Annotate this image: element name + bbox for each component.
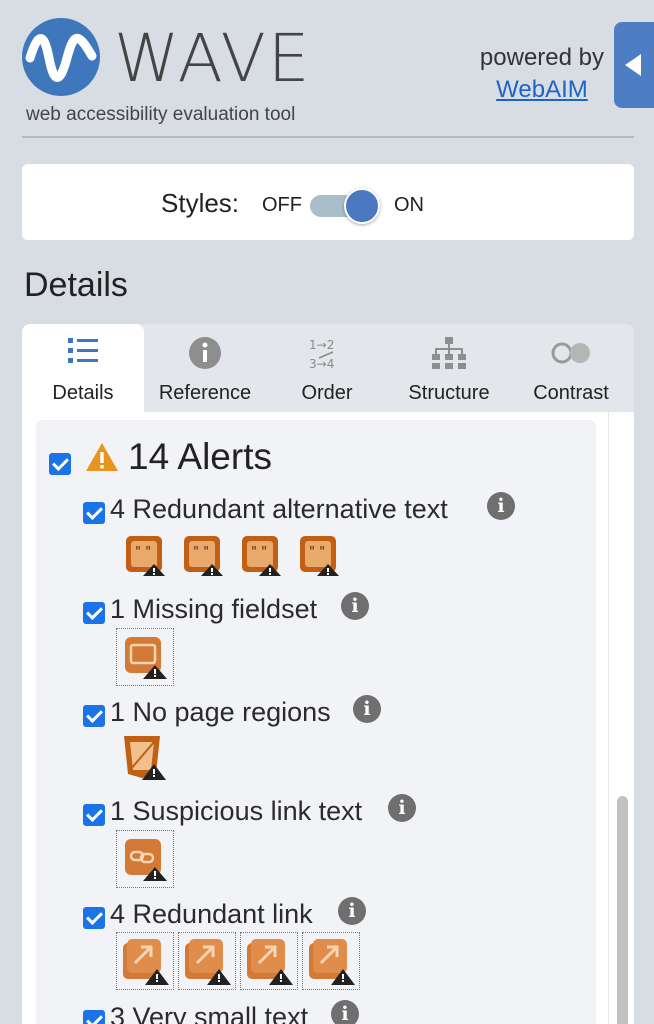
- suspicious-link-icon[interactable]: [116, 830, 174, 888]
- alert-item-label: 3 Very small text: [110, 1002, 309, 1024]
- svg-text:" ": " ": [309, 545, 325, 560]
- svg-text:" ": " ": [193, 545, 209, 560]
- svg-text:3→4: 3→4: [309, 357, 334, 371]
- tab-details[interactable]: Details: [22, 324, 144, 412]
- redundant-alt-icon[interactable]: " ": [124, 534, 168, 578]
- alert-item-label: 4 Redundant alternative text: [110, 494, 448, 524]
- styles-label: Styles:: [161, 188, 240, 218]
- header: WAVE web accessibility evaluation tool p…: [0, 0, 654, 140]
- tab-label: Order: [301, 382, 353, 404]
- collapse-sidebar-button[interactable]: [614, 22, 654, 108]
- svg-text:" ": " ": [135, 545, 151, 560]
- tab-label: Details: [52, 382, 114, 404]
- info-icon[interactable]: i: [338, 897, 366, 925]
- wave-logo-icon: [22, 18, 100, 96]
- svg-text:1→2: 1→2: [309, 338, 334, 352]
- tab-label: Contrast: [533, 382, 609, 404]
- order-icon: 1→2 3→4: [266, 336, 388, 372]
- powered-by-text: powered by: [479, 44, 604, 71]
- redundant-link-icon[interactable]: [302, 932, 360, 990]
- item-checkbox[interactable]: [83, 705, 105, 727]
- tab-label: Reference: [158, 382, 252, 404]
- item-checkbox[interactable]: [83, 804, 105, 826]
- redundant-alt-icon[interactable]: " ": [240, 534, 284, 578]
- redundant-link-icon[interactable]: [116, 932, 174, 990]
- redundant-link-icon[interactable]: [240, 932, 298, 990]
- tab-label: Structure: [408, 382, 490, 404]
- scrollbar-thumb[interactable]: [617, 796, 628, 1024]
- alert-item-label: 1 Missing fieldset: [110, 594, 318, 624]
- contrast-icon: [510, 336, 632, 372]
- logo-wordmark: WAVE: [114, 20, 312, 97]
- redundant-alt-icon[interactable]: " ": [298, 534, 342, 578]
- tab-order[interactable]: 1→2 3→4 Order: [266, 324, 388, 412]
- item-checkbox[interactable]: [83, 1010, 105, 1024]
- tagline: web accessibility evaluation tool: [26, 104, 296, 125]
- webaim-link[interactable]: WebAIM: [480, 76, 604, 104]
- styles-off-label: OFF: [262, 194, 302, 216]
- tab-contrast[interactable]: Contrast: [510, 324, 632, 412]
- missing-fieldset-icon[interactable]: [116, 628, 174, 686]
- alerts-heading: 14 Alerts: [128, 436, 272, 477]
- redundant-link-icon[interactable]: [178, 932, 236, 990]
- scrollbar-track[interactable]: [608, 412, 634, 1024]
- tab-reference[interactable]: Reference: [144, 324, 266, 412]
- alert-item-label: 1 Suspicious link text: [110, 796, 363, 826]
- item-checkbox[interactable]: [83, 602, 105, 624]
- info-icon[interactable]: i: [487, 492, 515, 520]
- info-icon: [144, 336, 266, 372]
- powered-by: powered by WebAIM: [480, 44, 604, 104]
- structure-icon: [388, 336, 510, 372]
- info-icon[interactable]: i: [353, 695, 381, 723]
- svg-text:" ": " ": [251, 545, 267, 560]
- styles-on-label: ON: [394, 194, 424, 216]
- alerts-checkbox[interactable]: [49, 453, 71, 475]
- info-icon[interactable]: i: [331, 1000, 359, 1024]
- no-page-regions-icon[interactable]: [120, 734, 166, 780]
- header-divider: [22, 136, 634, 138]
- redundant-alt-icon[interactable]: " ": [182, 534, 226, 578]
- tab-structure[interactable]: Structure: [388, 324, 510, 412]
- alert-item-label: 1 No page regions: [110, 697, 331, 727]
- styles-toggle-knob[interactable]: [344, 188, 380, 224]
- warning-icon: [84, 441, 120, 477]
- alert-item-label: 4 Redundant link: [110, 899, 313, 929]
- info-icon[interactable]: i: [388, 794, 416, 822]
- list-icon: [22, 336, 144, 372]
- info-icon[interactable]: i: [341, 592, 369, 620]
- section-heading: Details: [24, 266, 128, 304]
- item-checkbox[interactable]: [83, 502, 105, 524]
- item-checkbox[interactable]: [83, 907, 105, 929]
- styles-toggle-panel: Styles: OFF ON: [22, 164, 634, 240]
